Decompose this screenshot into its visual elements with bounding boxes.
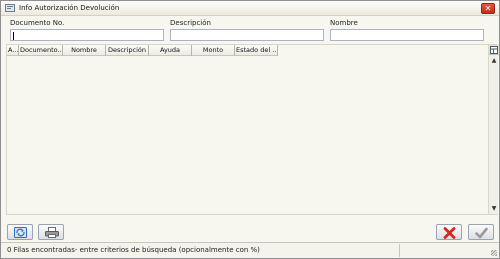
window-title: Info Autorización Devolución [19,4,120,12]
name-input[interactable] [331,30,483,40]
cancel-button[interactable] [436,224,462,240]
print-button[interactable] [38,224,64,240]
refresh-button[interactable] [7,224,33,240]
name-field[interactable] [330,29,484,41]
title-bar[interactable]: Info Autorización Devolución ✕ [1,1,499,16]
column-chooser-icon[interactable] [489,45,499,55]
table-header: A... Documento... Nombre Descripción Ayu… [7,45,278,56]
info-dialog-window: Info Autorización Devolución ✕ Documento… [0,0,500,259]
description-field[interactable] [170,29,324,41]
scroll-down-arrow-icon[interactable]: ▼ [489,204,499,214]
vertical-scrollbar[interactable]: ▲ ▼ [488,45,499,214]
document-no-field[interactable] [10,29,164,41]
ok-button[interactable] [468,224,494,240]
name-label: Nombre [330,19,358,27]
description-label: Descripción [170,19,211,27]
column-header-help[interactable]: Ayuda [149,45,192,56]
column-header-status[interactable]: Estado del ... [235,45,278,56]
resize-grip-icon[interactable] [491,250,497,256]
text-caret [13,32,14,40]
document-no-label: Documento No. [10,19,65,27]
close-button[interactable]: ✕ [481,3,495,14]
print-icon [45,227,59,238]
scroll-up-arrow-icon[interactable]: ▲ [489,56,499,66]
column-header-name[interactable]: Nombre [63,45,106,56]
column-header-description[interactable]: Descripción [106,45,149,56]
document-no-input[interactable] [11,30,163,40]
column-header-document[interactable]: Documento... [19,45,63,56]
column-header-amount[interactable]: Monto [192,45,235,56]
window-icon [5,4,15,12]
status-secondary-cell [399,244,494,257]
refresh-icon [14,227,27,238]
column-header-active[interactable]: A... [7,45,19,56]
results-table[interactable]: A... Documento... Nombre Descripción Ayu… [6,44,499,215]
description-input[interactable] [171,30,323,40]
status-bar: 0 Filas encontradas- entre criterios de … [1,242,499,258]
cancel-icon [443,227,456,239]
ok-icon [475,227,488,239]
status-text: 0 Filas encontradas- entre criterios de … [7,246,260,254]
